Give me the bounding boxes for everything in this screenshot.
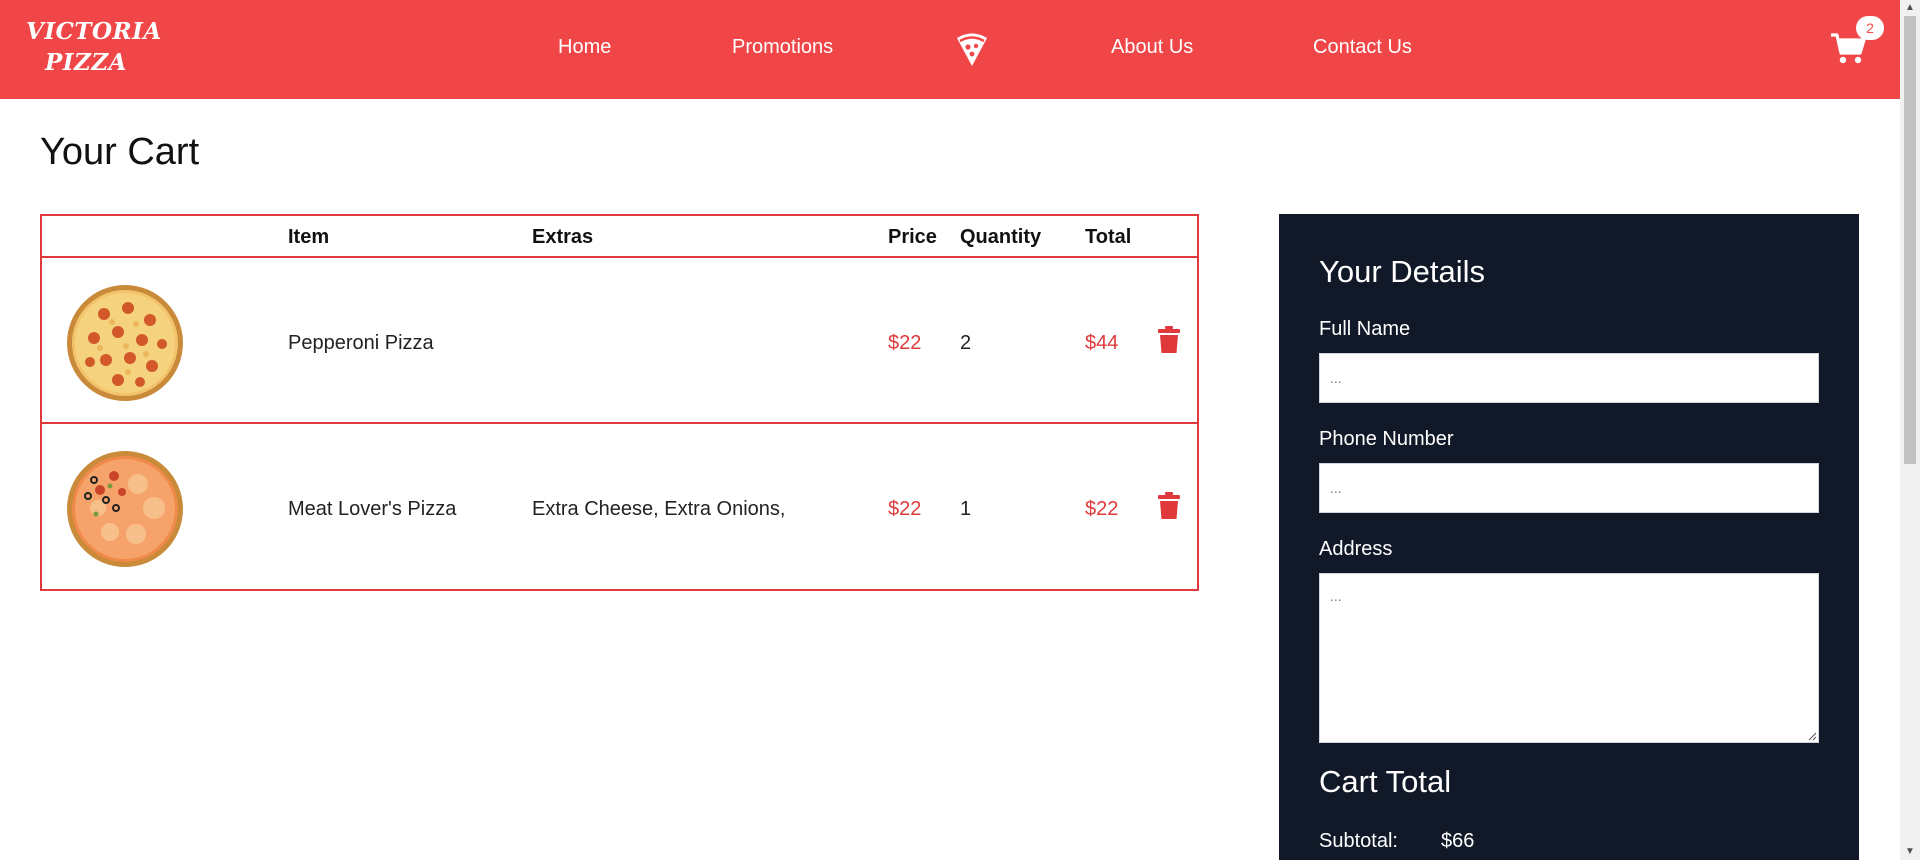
- top-navbar: VICTORIA PIZZA Home Promotions About Us …: [0, 0, 1900, 99]
- phone-number-input[interactable]: [1319, 463, 1819, 513]
- details-title: Your Details: [1319, 254, 1486, 289]
- nav-home[interactable]: Home: [558, 36, 611, 59]
- details-panel: Your Details Full Name Phone Number Addr…: [1279, 214, 1859, 860]
- full-name-input[interactable]: [1319, 353, 1819, 403]
- header-extras: Extras: [532, 226, 594, 248]
- table-row: Pepperoni Pizza $22 2 $44: [42, 258, 1197, 424]
- header-quantity: Quantity: [960, 226, 1042, 248]
- scroll-down-arrow-icon[interactable]: ▼: [1900, 844, 1920, 860]
- header-total: Total: [1085, 226, 1132, 248]
- cart-item-total: $22: [1085, 498, 1119, 520]
- trash-icon[interactable]: [1157, 492, 1181, 520]
- page-scrollbar[interactable]: ▲ ▼: [1900, 0, 1920, 860]
- subtotal-value: $66: [1441, 830, 1475, 852]
- pepperoni-pizza-image: [67, 285, 183, 401]
- brand-line-1: VICTORIA: [26, 18, 162, 45]
- nav-about-us[interactable]: About Us: [1111, 36, 1193, 59]
- cart-count-badge: 2: [1856, 16, 1884, 40]
- cart-item-price: $22: [888, 332, 922, 354]
- address-label: Address: [1319, 538, 1393, 560]
- brand-line-2: PIZZA: [45, 49, 127, 76]
- table-row: Meat Lover's Pizza Extra Cheese, Extra O…: [42, 424, 1197, 590]
- subtotal-label: Subtotal:: [1319, 830, 1398, 852]
- header-price: Price: [888, 226, 937, 248]
- address-field-wrapper: [1319, 573, 1819, 743]
- cart-item-quantity: 1: [960, 498, 972, 520]
- nav-promotions[interactable]: Promotions: [732, 36, 833, 59]
- phone-number-label: Phone Number: [1319, 428, 1454, 450]
- cart-table: Item Extras Price Quantity Total Peppero…: [40, 214, 1199, 591]
- page-title: Your Cart: [40, 131, 200, 173]
- cart-button[interactable]: 2: [1830, 16, 1884, 68]
- cart-item-name: Meat Lover's Pizza: [288, 498, 457, 520]
- cart-total-title: Cart Total: [1319, 764, 1452, 799]
- table-header: Item Extras Price Quantity Total: [42, 216, 1197, 258]
- cart-item-extras: Extra Cheese, Extra Onions,: [532, 498, 786, 520]
- cart-item-total: $44: [1085, 332, 1119, 354]
- resize-grip-icon[interactable]: [1807, 731, 1817, 741]
- address-textarea[interactable]: [1319, 573, 1819, 743]
- header-item: Item: [288, 226, 330, 248]
- meat-lovers-pizza-image: [67, 451, 183, 567]
- pizza-slice-icon[interactable]: [955, 31, 989, 67]
- cart-item-quantity: 2: [960, 332, 972, 354]
- scroll-up-arrow-icon[interactable]: ▲: [1900, 0, 1920, 16]
- cart-item-name: Pepperoni Pizza: [288, 332, 434, 354]
- full-name-label: Full Name: [1319, 318, 1411, 340]
- cart-item-price: $22: [888, 498, 922, 520]
- brand-logo[interactable]: VICTORIA PIZZA: [26, 16, 162, 78]
- scrollbar-thumb[interactable]: [1904, 16, 1916, 464]
- nav-contact-us[interactable]: Contact Us: [1313, 36, 1412, 59]
- trash-icon[interactable]: [1157, 326, 1181, 354]
